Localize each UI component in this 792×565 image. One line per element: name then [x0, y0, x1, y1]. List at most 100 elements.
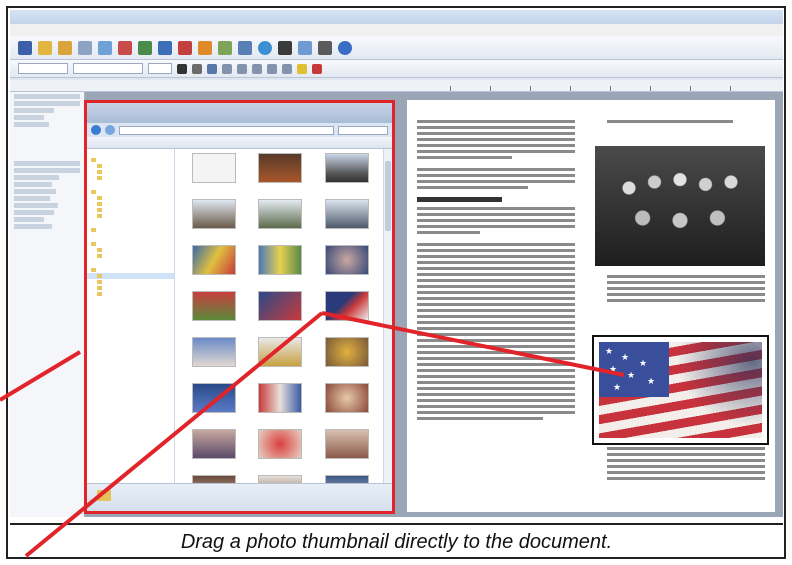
- app-title-bar[interactable]: [10, 10, 783, 24]
- file-explorer-window: [84, 100, 395, 514]
- text-column-left: [417, 120, 575, 423]
- folder-icon: [97, 196, 102, 200]
- nav-item[interactable]: [87, 291, 174, 297]
- photo-thumbnail[interactable]: [318, 245, 376, 287]
- save-icon[interactable]: [18, 40, 32, 55]
- link-icon[interactable]: [238, 40, 252, 55]
- folder-icon: [91, 190, 96, 194]
- explorer-address-bar: [87, 123, 392, 137]
- photo-thumbnail[interactable]: [318, 199, 376, 241]
- document-page[interactable]: [407, 100, 775, 512]
- folder-icon: [97, 248, 102, 252]
- photo-thumbnail[interactable]: [185, 337, 243, 379]
- photo-thumbnail[interactable]: [251, 429, 309, 471]
- photo-thumbnail[interactable]: [251, 199, 309, 241]
- black-and-white-group-photo[interactable]: [595, 146, 765, 266]
- find-icon[interactable]: [278, 40, 292, 55]
- address-input[interactable]: [119, 125, 334, 135]
- globe-icon[interactable]: [258, 40, 272, 55]
- table-icon[interactable]: [118, 40, 132, 55]
- print-icon[interactable]: [78, 40, 92, 55]
- align-center-icon[interactable]: [237, 63, 247, 74]
- format-toolbar: [10, 60, 783, 78]
- folder-icon: [97, 214, 102, 218]
- main-toolbar: [10, 36, 783, 60]
- brush-icon[interactable]: [218, 40, 232, 55]
- photo-thumbnail[interactable]: [318, 383, 376, 425]
- star-icon: ★: [627, 370, 636, 380]
- font-color-icon[interactable]: [312, 63, 322, 74]
- folder-icon: [91, 228, 96, 232]
- folder-icon: [97, 490, 111, 501]
- inserted-flag-photo-callout[interactable]: ★ ★ ★ ★ ★ ★ ★: [592, 335, 769, 445]
- photo-thumbnail[interactable]: [251, 245, 309, 287]
- photo-thumbnail[interactable]: [185, 429, 243, 471]
- bold-icon[interactable]: [177, 63, 187, 74]
- explorer-details-pane: [87, 483, 392, 511]
- menu-bar[interactable]: [10, 24, 783, 36]
- folder-icon: [97, 202, 102, 206]
- chart-icon[interactable]: [178, 40, 192, 55]
- folder-icon: [97, 286, 102, 290]
- spellcheck-icon[interactable]: [158, 40, 172, 55]
- application-window: ★ ★ ★ ★ ★ ★ ★: [10, 10, 783, 517]
- folder-icon: [97, 170, 102, 174]
- photo-thumbnail[interactable]: [318, 153, 376, 195]
- underline-icon[interactable]: [207, 63, 217, 74]
- align-left-icon[interactable]: [222, 63, 232, 74]
- star-icon: ★: [647, 376, 656, 386]
- photo-thumbnail[interactable]: [251, 291, 309, 333]
- photo-thumbnail[interactable]: [318, 337, 376, 379]
- undo-icon[interactable]: [138, 40, 152, 55]
- photo-thumbnail-flag[interactable]: [318, 291, 376, 333]
- folder-icon: [97, 280, 102, 284]
- font-name-dropdown[interactable]: [73, 63, 143, 74]
- folder-toolbar-icon[interactable]: [58, 40, 72, 55]
- folder-icon: [97, 274, 102, 278]
- photo-thumbnail[interactable]: [185, 153, 243, 195]
- photo-thumbnail[interactable]: [251, 337, 309, 379]
- folder-icon: [97, 292, 102, 296]
- star-icon: ★: [639, 358, 648, 368]
- forward-arrow-icon[interactable]: [105, 125, 115, 135]
- picture-icon[interactable]: [98, 40, 112, 55]
- figure-caption: Drag a photo thumbnail directly to the d…: [10, 523, 783, 557]
- style-icon[interactable]: [198, 40, 212, 55]
- scrollbar-thumb[interactable]: [385, 161, 391, 231]
- filter-icon[interactable]: [318, 40, 332, 55]
- photo-thumbnail[interactable]: [185, 383, 243, 425]
- open-icon[interactable]: [38, 40, 52, 55]
- highlight-color-icon[interactable]: [297, 63, 307, 74]
- folder-icon: [97, 208, 102, 212]
- star-icon: ★: [613, 382, 622, 392]
- folder-icon: [91, 158, 96, 162]
- numbering-icon[interactable]: [282, 63, 292, 74]
- thumbnail-grid: [179, 151, 382, 505]
- folder-icon: [97, 164, 102, 168]
- photo-thumbnail[interactable]: [185, 245, 243, 287]
- photo-thumbnail[interactable]: [251, 153, 309, 195]
- folder-icon: [91, 242, 96, 246]
- star-icon: ★: [621, 352, 630, 362]
- italic-icon[interactable]: [192, 63, 202, 74]
- american-flag-photo: ★ ★ ★ ★ ★ ★ ★: [599, 342, 762, 438]
- folder-icon: [97, 254, 102, 258]
- bullets-icon[interactable]: [267, 63, 277, 74]
- align-right-icon[interactable]: [252, 63, 262, 74]
- figure-frame: ★ ★ ★ ★ ★ ★ ★ Drag a photo thumbnail dir…: [6, 6, 786, 559]
- photo-thumbnail[interactable]: [185, 199, 243, 241]
- explorer-scrollbar[interactable]: [383, 149, 392, 483]
- star-icon: ★: [605, 346, 614, 356]
- photo-thumbnail[interactable]: [251, 383, 309, 425]
- zoom-icon[interactable]: [298, 40, 312, 55]
- photo-thumbnail[interactable]: [318, 429, 376, 471]
- navigation-pane[interactable]: [10, 92, 85, 517]
- style-dropdown[interactable]: [18, 63, 68, 74]
- explorer-title-bar[interactable]: [87, 103, 392, 123]
- horizontal-ruler[interactable]: [10, 80, 783, 92]
- font-size-dropdown[interactable]: [148, 63, 172, 74]
- photo-thumbnail[interactable]: [185, 291, 243, 333]
- back-arrow-icon[interactable]: [91, 125, 101, 135]
- help-icon[interactable]: [338, 40, 352, 55]
- explorer-search-input[interactable]: [338, 125, 388, 135]
